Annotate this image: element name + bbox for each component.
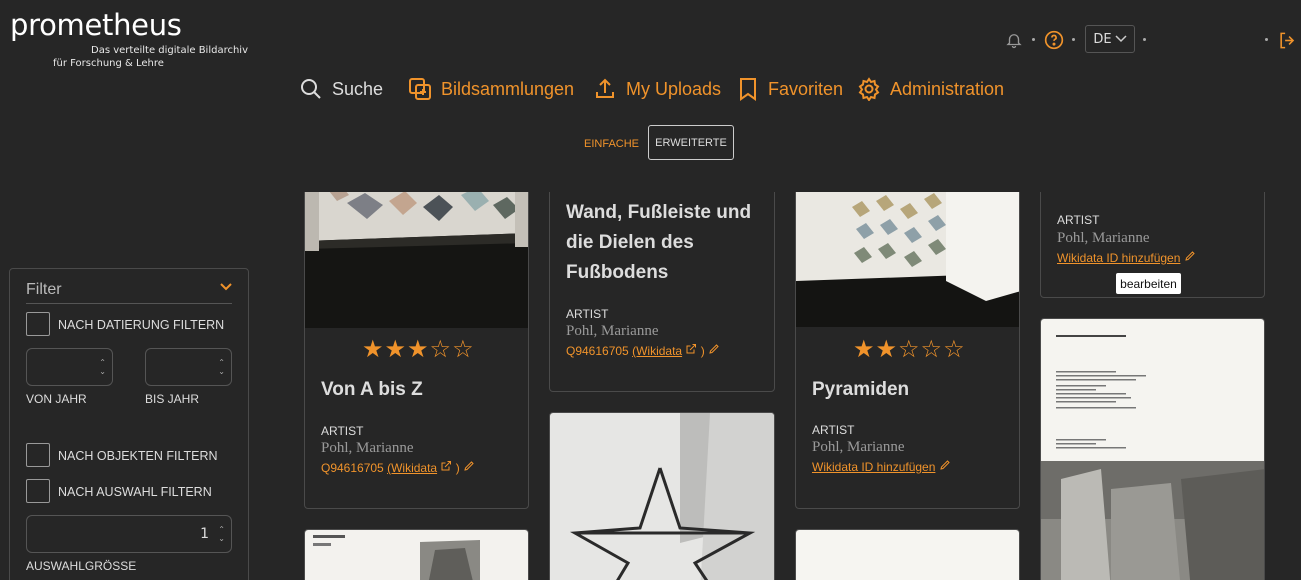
rating-stars[interactable]: ★★☆☆☆: [853, 335, 966, 363]
artist-name: Pohl, Marianne: [1057, 230, 1150, 246]
objects-filter-checkbox[interactable]: [26, 443, 50, 467]
wikidata-add-label: Wikidata ID hinzufügen: [1057, 251, 1181, 265]
artwork-thumbnail[interactable]: [305, 530, 529, 580]
separator-dot: [1265, 38, 1268, 41]
wikidata-id: Q94616705: [566, 344, 629, 358]
nav-admin-label: Administration: [890, 78, 1005, 99]
date-filter-checkbox[interactable]: [26, 312, 50, 336]
wikidata-link[interactable]: Q94616705 (Wikidata ): [566, 343, 720, 358]
wikidata-link[interactable]: Q94616705 (Wikidata ): [321, 460, 475, 475]
result-card[interactable]: ★★★☆☆ Von A bis Z ARTIST Pohl, Marianne …: [304, 180, 529, 509]
artist-name: Pohl, Marianne: [321, 440, 414, 456]
pencil-icon[interactable]: [1184, 250, 1196, 262]
logout-icon[interactable]: [1276, 29, 1298, 51]
to-year-input[interactable]: ⌃ ⌄: [145, 348, 232, 386]
wikidata-id: Q94616705: [321, 461, 384, 475]
artist-name: Pohl, Marianne: [566, 323, 659, 339]
selection-filter-label: NACH AUSWAHL FILTERN: [58, 485, 212, 499]
wikidata-add-link[interactable]: Wikidata ID hinzufügen: [1057, 250, 1196, 265]
nav-uploads[interactable]: My Uploads: [593, 74, 721, 104]
selection-size-label: AUSWAHLGRÖSSE: [26, 559, 137, 573]
date-filter-label: NACH DATIERUNG FILTERN: [58, 318, 225, 332]
artist-name: Pohl, Marianne: [812, 439, 905, 455]
nav-uploads-label: My Uploads: [626, 78, 722, 99]
card-title-line: die Dielen des: [566, 232, 694, 253]
to-year-label: BIS JAHR: [145, 392, 200, 406]
artist-label: ARTIST: [566, 307, 609, 321]
nav-collections[interactable]: Bildsammlungen: [408, 74, 574, 104]
language-select[interactable]: DE: [1085, 25, 1135, 53]
pencil-icon[interactable]: [708, 343, 720, 355]
pencil-icon[interactable]: [463, 460, 475, 472]
result-card[interactable]: [549, 412, 775, 580]
stepper-icon[interactable]: ⌃ ⌄: [99, 358, 106, 376]
card-title[interactable]: Wand, Fußleiste und die Dielen des Fußbo…: [566, 198, 751, 288]
stepper-icon[interactable]: ⌃ ⌄: [218, 525, 225, 543]
tab-extended-search[interactable]: ERWEITERTE: [648, 125, 734, 160]
pencil-icon[interactable]: [939, 459, 951, 471]
gear-icon: [858, 77, 880, 101]
language-value: DE: [1093, 31, 1112, 47]
artwork-thumbnail[interactable]: [550, 413, 775, 580]
bell-icon[interactable]: [1004, 30, 1024, 50]
chevron-down-icon[interactable]: [220, 283, 232, 291]
artist-label: ARTIST: [1057, 213, 1100, 227]
artist-label: ARTIST: [321, 424, 364, 438]
artwork-thumbnail[interactable]: [796, 530, 1020, 580]
selection-filter-checkbox[interactable]: [26, 479, 50, 503]
collections-icon: [409, 78, 431, 100]
nav-search[interactable]: Suche: [299, 74, 383, 104]
selection-size-value: 1: [200, 526, 209, 542]
card-title[interactable]: Pyramiden: [812, 375, 909, 405]
chevron-down-icon: [1115, 35, 1127, 43]
nav-search-label: Suche: [332, 78, 384, 99]
result-card[interactable]: ★★☆☆☆ Pyramiden ARTIST Pohl, Marianne Wi…: [795, 180, 1020, 509]
brand-subtitle-2: für Forschung & Lehre: [53, 58, 164, 69]
from-year-label: VON JAHR: [26, 392, 87, 406]
wikidata-label: (Wikidata: [632, 344, 683, 358]
artwork-thumbnail[interactable]: [796, 181, 1020, 327]
artwork-thumbnail[interactable]: [1041, 319, 1265, 580]
result-card[interactable]: [1040, 318, 1265, 580]
divider: [26, 303, 232, 304]
card-title-line: Wand, Fußleiste und: [566, 202, 752, 223]
search-icon: [301, 79, 321, 99]
upload-icon: [596, 78, 614, 98]
nav-favorites[interactable]: Favoriten: [737, 74, 843, 104]
selection-size-input[interactable]: 1 ⌃ ⌄: [26, 515, 232, 553]
wikidata-add-label: Wikidata ID hinzufügen: [812, 460, 936, 474]
from-year-input[interactable]: ⌃ ⌄: [26, 348, 113, 386]
rating-stars[interactable]: ★★★☆☆: [362, 335, 475, 363]
objects-filter-label: NACH OBJEKTEN FILTERN: [58, 449, 218, 463]
tab-simple-search[interactable]: EINFACHE: [584, 138, 639, 150]
external-link-icon: [441, 461, 452, 471]
separator-dot: [1072, 38, 1075, 41]
filter-title[interactable]: Filter: [26, 281, 62, 299]
artwork-thumbnail[interactable]: [305, 181, 529, 328]
nav-favorites-label: Favoriten: [768, 78, 844, 99]
nav-admin[interactable]: Administration: [857, 74, 1004, 104]
paren-close: ): [700, 344, 705, 358]
wikidata-add-link[interactable]: Wikidata ID hinzufügen: [812, 459, 951, 474]
result-card[interactable]: Wand, Fußleiste und die Dielen des Fußbo…: [549, 180, 775, 392]
brand-subtitle: Das verteilte digitale Bildarchiv: [91, 45, 249, 56]
help-icon[interactable]: [1043, 29, 1065, 51]
header-backdrop: [290, 162, 1290, 192]
card-title-line: Fußbodens: [566, 262, 669, 283]
artist-label: ARTIST: [812, 423, 855, 437]
wikidata-label: (Wikidata: [387, 461, 438, 475]
nav-collections-label: Bildsammlungen: [441, 78, 575, 99]
result-card[interactable]: [795, 529, 1020, 580]
stepper-icon[interactable]: ⌃ ⌄: [218, 358, 225, 376]
paren-close: ): [455, 461, 460, 475]
card-title[interactable]: Von A bis Z: [321, 375, 423, 405]
brand-title[interactable]: prometheus: [10, 8, 182, 42]
separator-dot: [1032, 38, 1035, 41]
bookmark-icon: [740, 78, 756, 101]
external-link-icon: [686, 344, 697, 354]
edit-tooltip: bearbeiten: [1116, 273, 1181, 294]
result-card[interactable]: [304, 529, 529, 580]
separator-dot: [1143, 38, 1146, 41]
